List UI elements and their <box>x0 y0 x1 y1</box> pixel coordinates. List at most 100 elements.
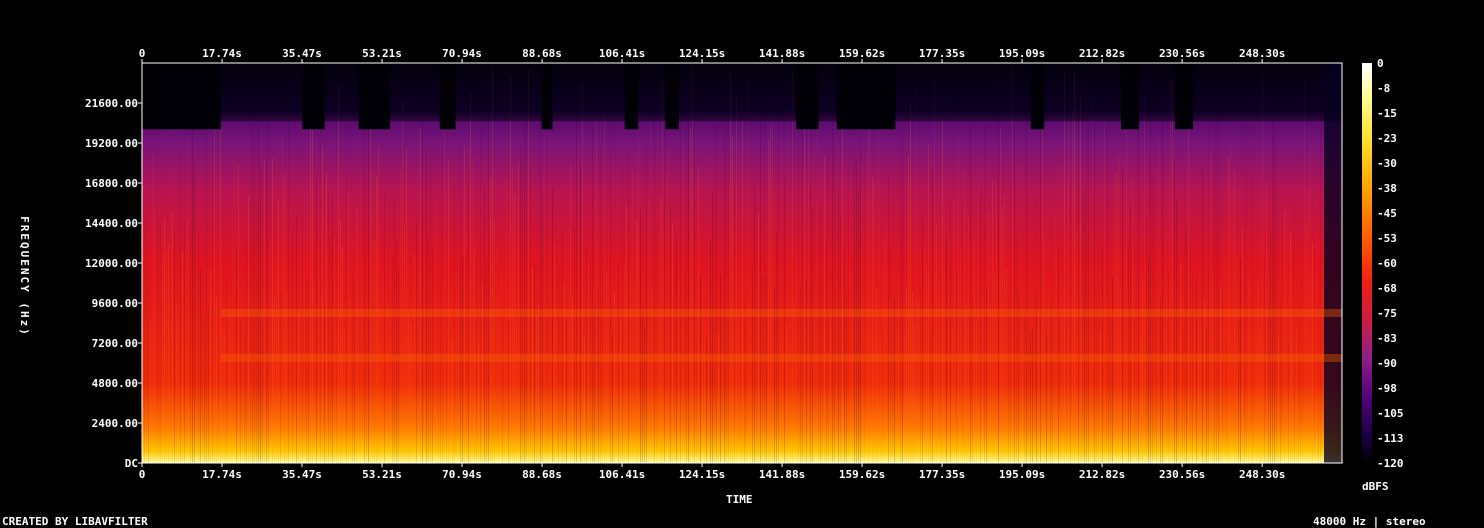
texture-stripe <box>712 192 713 463</box>
texture-stripe <box>640 209 641 463</box>
texture-stripe <box>994 271 995 463</box>
colorbar-title: dBFS <box>1362 480 1389 493</box>
texture-stripe <box>560 279 561 463</box>
texture-stripe <box>240 321 241 463</box>
texture-stripe <box>556 310 557 463</box>
texture-stripe <box>376 176 377 463</box>
texture-stripe <box>642 310 643 463</box>
texture-stripe <box>356 205 357 463</box>
texture-stripe <box>600 145 601 463</box>
texture-stripe <box>654 89 655 463</box>
texture-stripe <box>1074 71 1075 463</box>
texture-stripe <box>1002 204 1003 463</box>
y-tick-label: 7200.00 <box>92 337 138 350</box>
x-tick-top-label: 124.15s <box>679 47 725 60</box>
x-tick-bottom-label: 106.41s <box>599 468 645 481</box>
texture-stripe <box>184 220 185 463</box>
texture-stripe <box>270 239 271 463</box>
texture-stripe <box>1188 108 1189 463</box>
texture-stripe <box>956 270 957 463</box>
texture-stripe <box>934 74 935 463</box>
texture-stripe <box>1032 326 1033 463</box>
texture-stripe <box>1046 334 1047 463</box>
texture-stripe <box>1016 237 1017 463</box>
texture-stripe <box>768 138 769 463</box>
texture-stripe <box>938 219 939 463</box>
texture-stripe <box>1182 326 1183 463</box>
texture-stripe <box>1208 131 1209 463</box>
texture-stripe <box>948 225 949 463</box>
texture-stripe <box>410 324 411 463</box>
texture-stripe <box>1068 120 1069 463</box>
texture-stripe <box>638 139 639 463</box>
y-tick-label: 2400.00 <box>92 417 138 430</box>
texture-stripe <box>1048 302 1049 463</box>
texture-stripe <box>368 105 369 463</box>
colorbar-tick-label: 0 <box>1377 57 1384 70</box>
texture-stripe <box>490 176 491 463</box>
texture-stripe <box>1244 111 1245 463</box>
texture-stripe <box>170 83 171 463</box>
texture-stripe <box>144 218 145 463</box>
texture-stripe <box>922 217 923 463</box>
texture-stripe <box>1294 202 1295 463</box>
texture-stripe <box>1128 242 1129 463</box>
texture-stripe <box>262 321 263 463</box>
texture-stripe <box>1138 98 1139 463</box>
texture-stripe <box>1290 232 1291 463</box>
texture-stripe <box>618 261 619 463</box>
texture-stripe <box>844 244 845 463</box>
texture-stripe <box>218 337 219 463</box>
colorbar-tick-label: -75 <box>1377 307 1397 320</box>
texture-stripe <box>422 119 423 463</box>
texture-stripe <box>954 199 955 463</box>
texture-stripe <box>1308 189 1309 463</box>
texture-stripe <box>220 106 221 463</box>
texture-stripe <box>268 95 269 463</box>
texture-stripe <box>192 83 193 463</box>
texture-stripe <box>568 225 569 463</box>
x-tick-bottom-label: 124.15s <box>679 468 725 481</box>
texture-stripe <box>290 297 291 463</box>
x-tick-bottom-label: 0 <box>139 468 146 481</box>
texture-stripe <box>848 120 849 463</box>
texture-stripe <box>1084 189 1085 463</box>
texture-stripe <box>670 205 671 463</box>
texture-stripe <box>692 66 693 463</box>
texture-stripe <box>1054 210 1055 463</box>
quiet-segment <box>541 63 553 130</box>
texture-stripe <box>222 328 223 463</box>
texture-stripe <box>346 69 347 463</box>
texture-stripe <box>278 198 279 463</box>
texture-stripe <box>1042 120 1043 463</box>
texture-stripe <box>1030 332 1031 463</box>
x-tick-top-label: 88.68s <box>522 47 562 60</box>
texture-stripe <box>1272 116 1273 463</box>
texture-stripe <box>1134 322 1135 463</box>
colorbar-tick-label: -68 <box>1377 282 1397 295</box>
texture-stripe <box>1146 218 1147 463</box>
texture-stripe <box>396 242 397 463</box>
quiet-segment <box>836 63 896 130</box>
texture-stripe <box>836 126 837 463</box>
texture-stripe <box>1268 308 1269 463</box>
texture-stripe <box>1300 279 1301 463</box>
texture-stripe <box>1280 301 1281 463</box>
texture-stripe <box>980 187 981 463</box>
texture-stripe <box>1212 274 1213 463</box>
y-tick-label: 9600.00 <box>92 297 138 310</box>
y-tick-label: 12000.00 <box>85 257 138 270</box>
texture-stripe <box>776 229 777 463</box>
texture-stripe <box>1158 137 1159 463</box>
texture-stripe <box>450 291 451 463</box>
texture-stripe <box>300 233 301 463</box>
texture-stripe <box>572 296 573 463</box>
quiet-segment <box>796 63 819 130</box>
texture-stripe <box>910 103 911 463</box>
texture-stripe <box>426 149 427 463</box>
texture-stripe <box>280 291 281 463</box>
texture-stripe <box>348 191 349 463</box>
texture-stripe <box>1130 206 1131 463</box>
x-tick-bottom-label: 230.56s <box>1159 468 1205 481</box>
spectrogram-plot-area <box>142 63 1342 463</box>
